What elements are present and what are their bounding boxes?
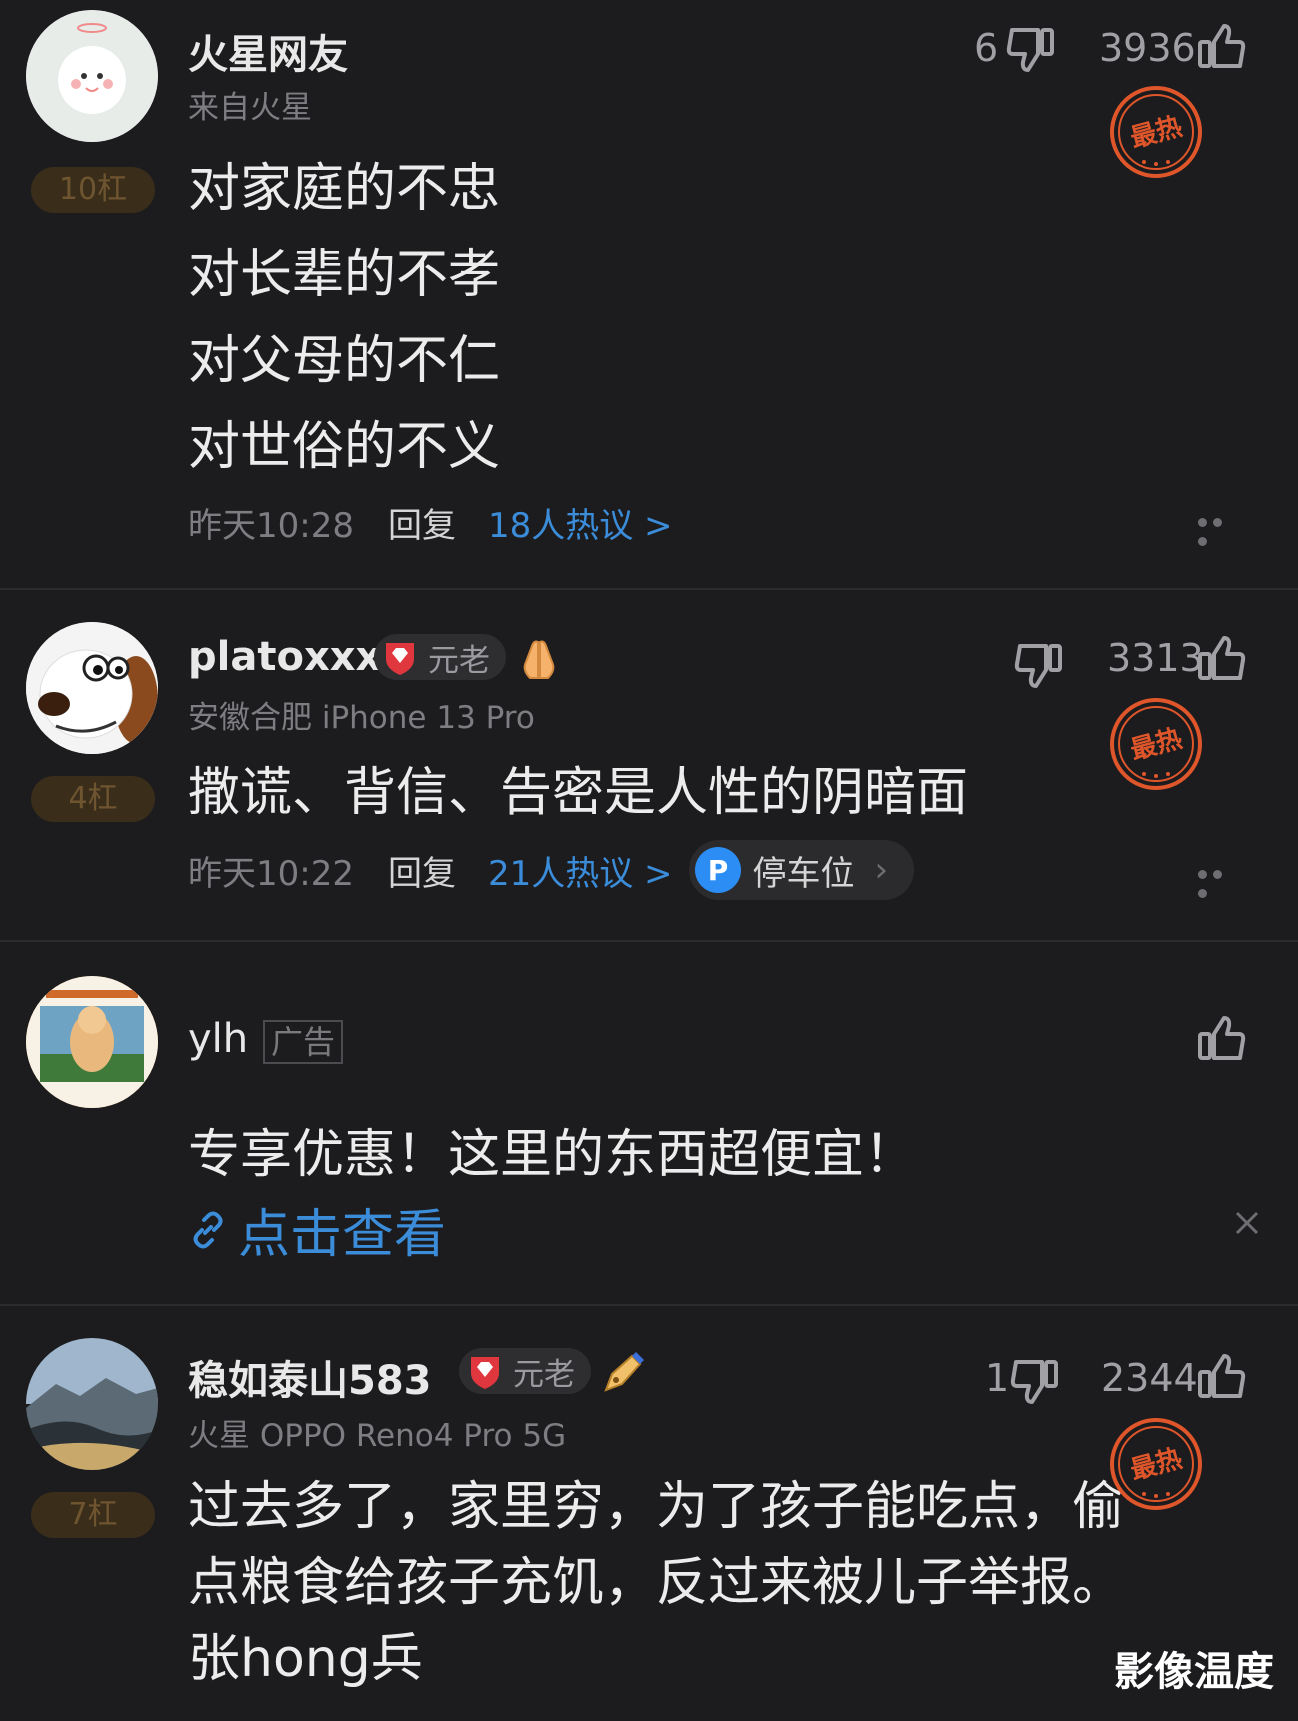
comment-meta: 昨天10:28 回复 18人热议 > xyxy=(188,498,673,547)
hottest-stamp-icon: 最热 xyxy=(1110,86,1202,178)
username[interactable]: 火星网友 xyxy=(188,22,348,80)
user-location-device: 安徽合肥 iPhone 13 Pro xyxy=(188,700,535,736)
parking-chip[interactable]: P 停车位 › xyxy=(688,840,915,900)
comment-2: 4杠 platoxxx 元老 安徽合肥 iPhone 13 Pro 3313 最… xyxy=(0,590,1298,938)
ad-link[interactable]: 点击查看 xyxy=(188,1192,446,1267)
like-count: 3313 xyxy=(1107,636,1204,680)
ad-comment: ylh 广告 专享优惠！这里的东西超便宜！ 点击查看 xyxy=(0,942,1298,1304)
thumbs-down-icon[interactable] xyxy=(1008,1356,1062,1408)
timestamp: 昨天10:28 xyxy=(188,506,354,546)
comment-text: 撒谎、背信、告密是人性的阴暗面 xyxy=(188,763,969,823)
hottest-stamp-label: 最热 xyxy=(1127,1444,1185,1486)
hot-discussion-link[interactable]: 18人热议 > xyxy=(488,498,673,547)
comment-1: 10杠 火星网友 来自火星 6 3936 最热 对家庭的不忠 对长辈的不孝 对父… xyxy=(0,0,1298,588)
thumbs-down-icon[interactable] xyxy=(1012,640,1066,692)
close-icon[interactable] xyxy=(1234,1210,1260,1236)
thumbs-up-icon[interactable] xyxy=(1194,632,1248,684)
diamond-shield-icon xyxy=(471,1357,499,1389)
thumbs-up-icon[interactable] xyxy=(1194,20,1248,72)
more-options-icon[interactable] xyxy=(1198,512,1242,546)
comment-line: 对长辈的不孝 xyxy=(188,245,501,305)
user-rank-badge: 10杠 xyxy=(31,167,155,213)
watermark: 影像温度 xyxy=(1114,1649,1274,1695)
comment-line: 过去多了，家里穷，为了孩子能吃点，偷 xyxy=(188,1477,1125,1537)
comment-line: 对家庭的不忠 xyxy=(188,159,501,219)
comment-meta: 昨天10:22 回复 21人热议 > P 停车位 › xyxy=(188,840,915,900)
username[interactable]: 稳如泰山583 xyxy=(188,1348,432,1406)
hottest-stamp-label: 最热 xyxy=(1127,112,1185,154)
comment-line: 对世俗的不义 xyxy=(188,417,501,477)
comment-line: 点粮食给孩子充饥，反过来被儿子举报。 xyxy=(188,1553,1125,1613)
hottest-stamp-icon: 最热 xyxy=(1110,698,1202,790)
like-count: 3936 xyxy=(1099,26,1196,70)
reply-button[interactable]: 回复 xyxy=(388,846,456,895)
username[interactable]: platoxxx xyxy=(188,634,381,680)
dislike-count: 6 xyxy=(974,26,999,70)
user-location-device: 火星 OPPO Reno4 Pro 5G xyxy=(188,1418,567,1454)
thumbs-up-icon[interactable] xyxy=(1194,1350,1248,1402)
ad-label: 广告 xyxy=(263,1020,344,1064)
user-rank-badge: 4杠 xyxy=(31,776,155,822)
pen-icon xyxy=(604,1352,644,1392)
praying-hands-icon xyxy=(523,640,555,679)
thumbs-up-icon[interactable] xyxy=(1194,1012,1248,1064)
veteran-badge-label: 元老 xyxy=(513,1356,575,1393)
avatar[interactable] xyxy=(26,1338,158,1470)
avatar[interactable] xyxy=(26,622,158,754)
comment-4: 7杠 稳如泰山583 元老 火星 OPPO Reno4 Pro 5G 1 234… xyxy=(0,1306,1298,1721)
chevron-right-icon: › xyxy=(874,850,889,890)
ad-link-label: 点击查看 xyxy=(238,1205,447,1265)
user-rank-badge: 7杠 xyxy=(31,1492,155,1538)
parking-label: 停车位 xyxy=(752,853,855,894)
veteran-badge: 元老 xyxy=(374,634,506,680)
comment-line: 张hong兵 xyxy=(188,1629,423,1689)
veteran-badge: 元老 xyxy=(459,1348,591,1394)
hot-discussion-link[interactable]: 21人热议 > xyxy=(488,846,673,895)
dislike-count: 1 xyxy=(985,1356,1010,1400)
parking-letter: P xyxy=(707,854,728,887)
link-icon xyxy=(193,1211,223,1248)
parking-icon: P xyxy=(694,847,741,893)
timestamp: 昨天10:22 xyxy=(188,853,354,894)
ad-text: 专享优惠！这里的东西超便宜！ xyxy=(188,1125,917,1185)
thumbs-down-icon[interactable] xyxy=(1004,24,1058,76)
like-count: 2344 xyxy=(1101,1356,1198,1400)
veteran-badge-label: 元老 xyxy=(428,642,490,679)
reply-button[interactable]: 回复 xyxy=(388,498,456,547)
diamond-shield-icon xyxy=(386,643,414,675)
hottest-stamp-label: 最热 xyxy=(1127,724,1185,766)
more-options-icon[interactable] xyxy=(1198,864,1242,898)
ad-avatar[interactable] xyxy=(26,976,158,1108)
ad-username[interactable]: ylh xyxy=(188,1016,248,1062)
comment-line: 对父母的不仁 xyxy=(188,331,501,391)
avatar[interactable] xyxy=(26,10,158,142)
hottest-stamp-icon: 最热 xyxy=(1110,1418,1202,1510)
user-location: 来自火星 xyxy=(188,90,312,126)
